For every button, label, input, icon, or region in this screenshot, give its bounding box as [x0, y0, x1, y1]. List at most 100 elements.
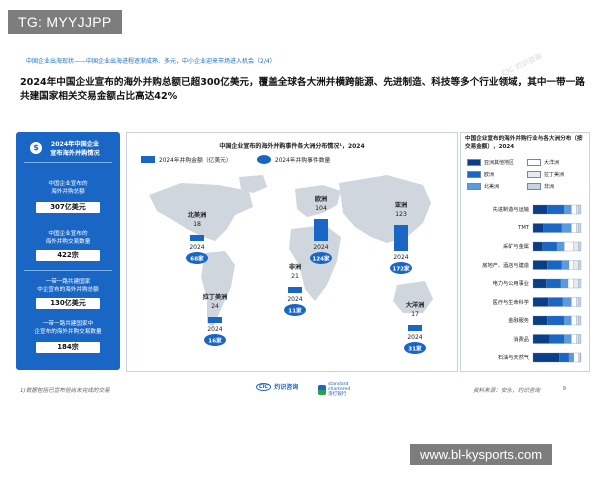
- count-label: 68家: [190, 255, 204, 263]
- summary-heading-line: 2024年中国企业: [50, 141, 100, 148]
- stack-segment: [578, 334, 582, 344]
- stack-segment: [543, 223, 562, 233]
- standard-chartered-logo: standard chartered 渣打银行: [318, 382, 350, 397]
- stack-segment: [579, 352, 582, 363]
- stack-segment: [578, 204, 582, 215]
- stacked-bar-chart: [532, 204, 582, 363]
- summary-heading-line: 宣布海外并购情况: [50, 150, 100, 157]
- footnote: 1)数据包括已宣布但尚未完成的交易: [20, 388, 110, 394]
- stack-segment: [573, 278, 579, 289]
- industry-panel: 中国企业宣布的海外并购行业与各大洲分布（按交易金额），2024 亚洲其他地区 大洋…: [460, 132, 590, 372]
- stack-segment: [532, 204, 548, 215]
- amount-bar: [288, 287, 302, 293]
- amount-bar: [314, 219, 328, 241]
- stack-segment: [571, 297, 577, 307]
- stack-segment: [549, 334, 565, 344]
- summary-heading: 2024年中国企业 宣布海外并购情况: [16, 140, 120, 158]
- stack-segment: [532, 334, 550, 344]
- summary-label: 中国企业宣布的 海外并购总额: [48, 181, 88, 195]
- stack-segment: [576, 223, 579, 233]
- page-title: 2024年中国企业宣布的海外并购总额已超300亿美元，覆盖全球各大洲并横跨能源、…: [20, 77, 585, 102]
- stack-segment: [564, 315, 572, 326]
- continent-label: 欧洲: [315, 195, 327, 203]
- year-label: 2024: [313, 244, 328, 251]
- stack-segment: [562, 297, 572, 307]
- amount-bar: [408, 325, 422, 331]
- continent-label: 亚洲: [395, 201, 407, 209]
- amount-bar: [394, 225, 408, 251]
- stack-segment: [547, 315, 565, 326]
- watermark-top: TG: MYYJJPP: [8, 10, 122, 34]
- divider: [24, 162, 112, 163]
- summary-value: 422宗: [36, 250, 100, 261]
- stack-segment: [532, 352, 560, 363]
- amount-label: 24: [211, 303, 219, 310]
- stack-segment: [578, 297, 582, 307]
- divider: [24, 270, 112, 271]
- stack-segment: [578, 260, 582, 270]
- stack-segment: [571, 315, 577, 326]
- stack-segment: [578, 315, 582, 326]
- count-label: 172家: [392, 265, 410, 273]
- stack-segment: [559, 352, 570, 363]
- watermark-cic: CIC 灼识咨询: [500, 52, 543, 78]
- summary-panel: $ 2024年中国企业 宣布海外并购情况 中国企业宣布的 海外并购总额 307亿…: [16, 132, 120, 370]
- summary-label: 一带一路共建国家中 企宣布的海外并购交易数量: [34, 321, 102, 335]
- stack-segment: [576, 315, 579, 326]
- summary-value: 307亿美元: [36, 202, 100, 213]
- amount-label: 17: [411, 311, 419, 318]
- stack-segment: [532, 241, 543, 252]
- stack-segment: [564, 241, 574, 252]
- stack-segment: [561, 223, 572, 233]
- stack-segment: [532, 297, 549, 307]
- stack-segment: [547, 260, 562, 270]
- continent-label: 拉丁美洲: [203, 293, 228, 301]
- continent-shapes: [149, 175, 433, 327]
- stack-segment: [561, 260, 570, 270]
- year-label: 2024: [189, 244, 204, 251]
- stack-segment: [532, 278, 547, 289]
- stack-segment: [578, 352, 581, 363]
- watermark-bottom: www.bl-kysports.com: [410, 444, 553, 465]
- stack-segment: [547, 204, 565, 215]
- stack-segment: [564, 204, 572, 215]
- count-label: 31家: [408, 345, 422, 353]
- stack-segment: [576, 297, 579, 307]
- stack-segment: [573, 352, 579, 363]
- stack-segment: [542, 241, 558, 252]
- summary-label: 一带一路共建国家 中企宣布的海外并购总额: [37, 279, 99, 293]
- stack-segment: [571, 204, 577, 215]
- stack-segment: [532, 260, 548, 270]
- south-america-shape: [201, 251, 235, 327]
- stack-segment: [532, 223, 544, 233]
- amount-label: 18: [193, 221, 201, 228]
- stack-segment: [556, 241, 565, 252]
- count-label: 124家: [312, 255, 330, 263]
- amount-label: 123: [395, 211, 407, 218]
- asia-shape: [339, 175, 431, 243]
- stack-segment: [568, 260, 574, 270]
- stack-segment: [573, 260, 579, 270]
- breadcrumb: 中国企业出海现状——中国企业出海进程逐渐成熟、多元，中小企业迎来市场进入机会（2…: [26, 58, 276, 65]
- stack-segment: [576, 204, 579, 215]
- stack-segment: [564, 334, 572, 344]
- stack-segment: [571, 334, 577, 344]
- summary-label: 中国企业宣布的 海外并购交易数量: [45, 231, 91, 245]
- map-panel: 中国企业宣布的海外并购事件各大洲分布情况¹，2024 2024年并购金额（亿美元…: [126, 132, 458, 372]
- cic-logo: CIC 灼识咨询: [256, 382, 298, 391]
- year-label: 2024: [407, 334, 422, 341]
- stack-segment: [578, 278, 582, 289]
- count-label: 11家: [288, 307, 302, 315]
- stack-segment: [573, 241, 579, 252]
- amount-bar: [190, 235, 204, 241]
- stack-segment: [560, 278, 569, 289]
- continent-label: 非洲: [289, 263, 301, 271]
- stack-segment: [548, 297, 563, 307]
- continent-label: 北美洲: [188, 211, 207, 219]
- summary-value: 184宗: [36, 342, 100, 353]
- amount-bar: [208, 317, 222, 323]
- stack-segment: [578, 241, 582, 252]
- source-note: 资料来源：安永，灼识咨询: [472, 388, 540, 394]
- year-label: 2024: [393, 254, 408, 261]
- summary-value: 130亿美元: [36, 298, 100, 309]
